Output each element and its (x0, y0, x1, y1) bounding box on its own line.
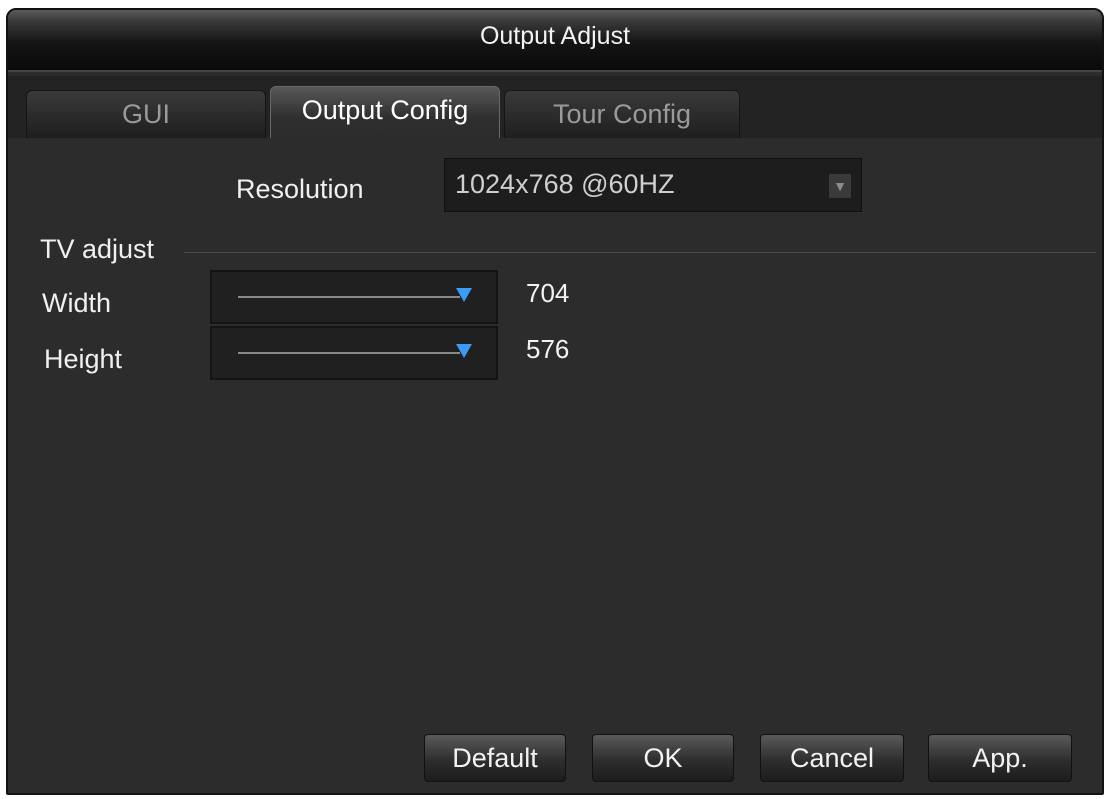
height-value: 576 (526, 334, 570, 364)
width-label: Width (42, 288, 112, 318)
width-slider[interactable] (210, 270, 498, 324)
section-divider (184, 252, 1096, 253)
tab-bar: GUI Output Config Tour Config (8, 76, 1102, 138)
apply-button[interactable]: App. (928, 734, 1072, 782)
height-label: Height (44, 344, 123, 374)
tab-gui[interactable]: GUI (26, 90, 266, 138)
output-config-panel: Resolution 1024x768 @60HZ ▼ TV adjust Wi… (8, 138, 1102, 793)
width-slider-track (238, 296, 460, 298)
title-bar: Output Adjust (8, 10, 1102, 72)
tv-adjust-label: TV adjust (40, 234, 155, 264)
output-adjust-dialog: Output Adjust GUI Output Config Tour Con… (6, 8, 1104, 795)
dropdown-arrow-icon[interactable]: ▼ (829, 174, 851, 198)
ok-button[interactable]: OK (592, 734, 734, 782)
resolution-select[interactable]: 1024x768 @60HZ ▼ (444, 158, 862, 212)
height-slider-track (238, 352, 460, 354)
width-slider-thumb-icon[interactable] (456, 288, 472, 302)
resolution-label: Resolution (236, 174, 364, 204)
resolution-value: 1024x768 @60HZ (455, 169, 675, 199)
dialog-title: Output Adjust (479, 22, 631, 50)
tab-tour-config[interactable]: Tour Config (504, 90, 740, 138)
width-value: 704 (526, 278, 570, 308)
height-slider-thumb-icon[interactable] (456, 344, 472, 358)
default-button[interactable]: Default (424, 734, 566, 782)
tab-output-config[interactable]: Output Config (270, 86, 500, 138)
height-slider[interactable] (210, 326, 498, 380)
cancel-button[interactable]: Cancel (760, 734, 904, 782)
